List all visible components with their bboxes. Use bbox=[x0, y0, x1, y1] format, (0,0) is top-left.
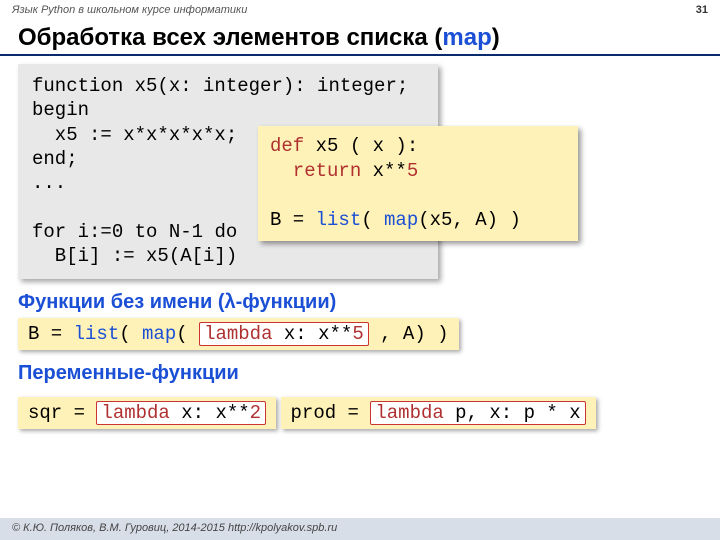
sqr-eq: sqr = bbox=[28, 402, 96, 424]
l1-list: list bbox=[74, 323, 120, 345]
py-pow: x** bbox=[361, 160, 407, 182]
fn-map: map bbox=[384, 209, 418, 231]
py-5: 5 bbox=[407, 160, 418, 182]
lambda-inset-3: lambda p, x: p * x bbox=[370, 401, 585, 425]
kw-lambda-2: lambda bbox=[101, 402, 169, 424]
section-lambda: Функции без имени (λ-функции) bbox=[18, 291, 702, 314]
kw-for: for bbox=[32, 221, 66, 243]
l1-lp1: ( bbox=[119, 323, 142, 345]
l1-lp2: ( bbox=[176, 323, 199, 345]
kw-begin: begin bbox=[32, 98, 424, 122]
kw-lambda-3: lambda bbox=[375, 402, 443, 424]
py-sig: x5 ( x ): bbox=[304, 135, 418, 157]
lam3-body: p, x: p * x bbox=[444, 402, 581, 424]
code-sqr: sqr = lambda x: x**2 bbox=[18, 397, 276, 429]
section-varfunc: Переменные-функции bbox=[18, 362, 702, 385]
lambda-inset-2: lambda x: x**2 bbox=[96, 401, 266, 425]
page-title: Обработка всех элементов списка (map) bbox=[0, 20, 720, 56]
for-var: i:=0 bbox=[66, 221, 134, 243]
header: Язык Python в школьном курсе информатики… bbox=[0, 0, 720, 20]
kw-to: to bbox=[135, 221, 158, 243]
lam2-body: x: x** bbox=[170, 402, 250, 424]
py-B: B = bbox=[270, 209, 316, 231]
title-post: ) bbox=[492, 24, 500, 51]
header-left: Язык Python в школьном курсе информатики bbox=[12, 4, 247, 16]
code-prod: prod = lambda p, x: p * x bbox=[281, 397, 596, 429]
kw-def: def bbox=[270, 135, 304, 157]
kw-lambda-1: lambda bbox=[204, 323, 272, 345]
lam1-5: 5 bbox=[352, 323, 363, 345]
l1-map: map bbox=[142, 323, 176, 345]
py-args: (x5, A) ) bbox=[418, 209, 521, 231]
title-map: map bbox=[442, 24, 491, 51]
for-end: N-1 bbox=[157, 221, 214, 243]
title-pre: Обработка всех элементов списка ( bbox=[18, 24, 442, 51]
kw-do: do bbox=[214, 221, 237, 243]
lam2-2: 2 bbox=[250, 402, 261, 424]
lambda-inset-1: lambda x: x**5 bbox=[199, 322, 369, 346]
lam1-body: x: x** bbox=[272, 323, 352, 345]
pascal-loop-body: B[i] := x5(A[i]) bbox=[32, 244, 424, 268]
kw-return: return bbox=[270, 160, 361, 182]
code-lambda-map: B = list( map( lambda x: x**5 , A) ) bbox=[18, 318, 459, 350]
code-python: def x5 ( x ): return x**5 B = list( map(… bbox=[258, 126, 578, 241]
kw-function: function bbox=[32, 75, 123, 97]
prod-eq: prod = bbox=[291, 402, 371, 424]
l1-B: B = bbox=[28, 323, 74, 345]
py-lp: ( bbox=[361, 209, 384, 231]
fn-list: list bbox=[316, 209, 362, 231]
pascal-sig: x5(x: integer): integer; bbox=[123, 75, 408, 97]
footer: © К.Ю. Поляков, В.М. Гуровиц, 2014-2015 … bbox=[0, 518, 720, 540]
content: function x5(x: integer): integer; begin … bbox=[0, 56, 720, 429]
l1-tail: , A) ) bbox=[369, 323, 449, 345]
page-number: 31 bbox=[696, 4, 708, 16]
